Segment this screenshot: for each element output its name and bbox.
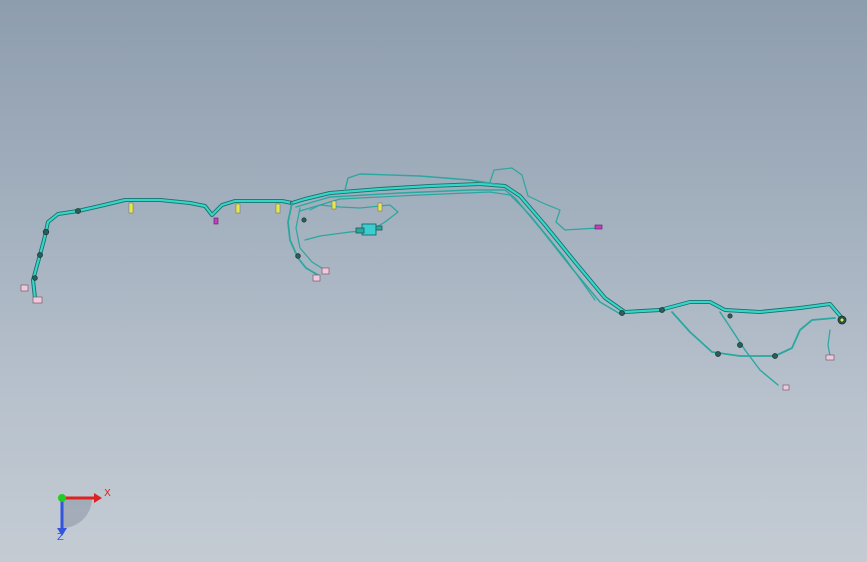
harness-node	[75, 208, 81, 214]
orientation-triad: X Z	[40, 480, 120, 550]
harness-connector	[782, 384, 790, 391]
harness-node	[295, 253, 301, 259]
harness-node	[32, 275, 38, 281]
harness-left-trunk	[31, 198, 294, 300]
harness-node	[659, 307, 665, 313]
harness-clip	[235, 203, 241, 214]
harness-connector	[312, 274, 321, 282]
harness-clip	[275, 203, 281, 214]
harness-right-branch	[671, 311, 836, 357]
wire-harness-model[interactable]	[0, 0, 867, 562]
harness-connector	[32, 296, 43, 304]
harness-node	[619, 310, 625, 316]
harness-node	[37, 252, 43, 258]
harness-clip	[377, 202, 383, 212]
harness-connector	[20, 284, 29, 292]
z-axis-label: Z	[57, 532, 64, 543]
right-end-connector	[837, 315, 847, 325]
harness-marker	[594, 224, 603, 230]
harness-connector	[825, 354, 835, 361]
harness-node	[727, 313, 733, 319]
harness-node	[301, 217, 307, 223]
harness-connector	[321, 267, 330, 275]
harness-clip	[331, 200, 337, 210]
3d-viewport[interactable]: X Z	[0, 0, 867, 562]
central-module	[355, 223, 383, 236]
harness-node	[42, 228, 50, 236]
harness-node	[715, 351, 721, 357]
harness-marker	[213, 217, 219, 225]
harness-down-branch	[287, 202, 319, 276]
harness-clip	[128, 202, 134, 214]
harness-node	[737, 342, 743, 348]
x-axis-label: X	[104, 488, 111, 499]
harness-node	[772, 353, 778, 359]
y-axis-dot	[58, 494, 66, 502]
